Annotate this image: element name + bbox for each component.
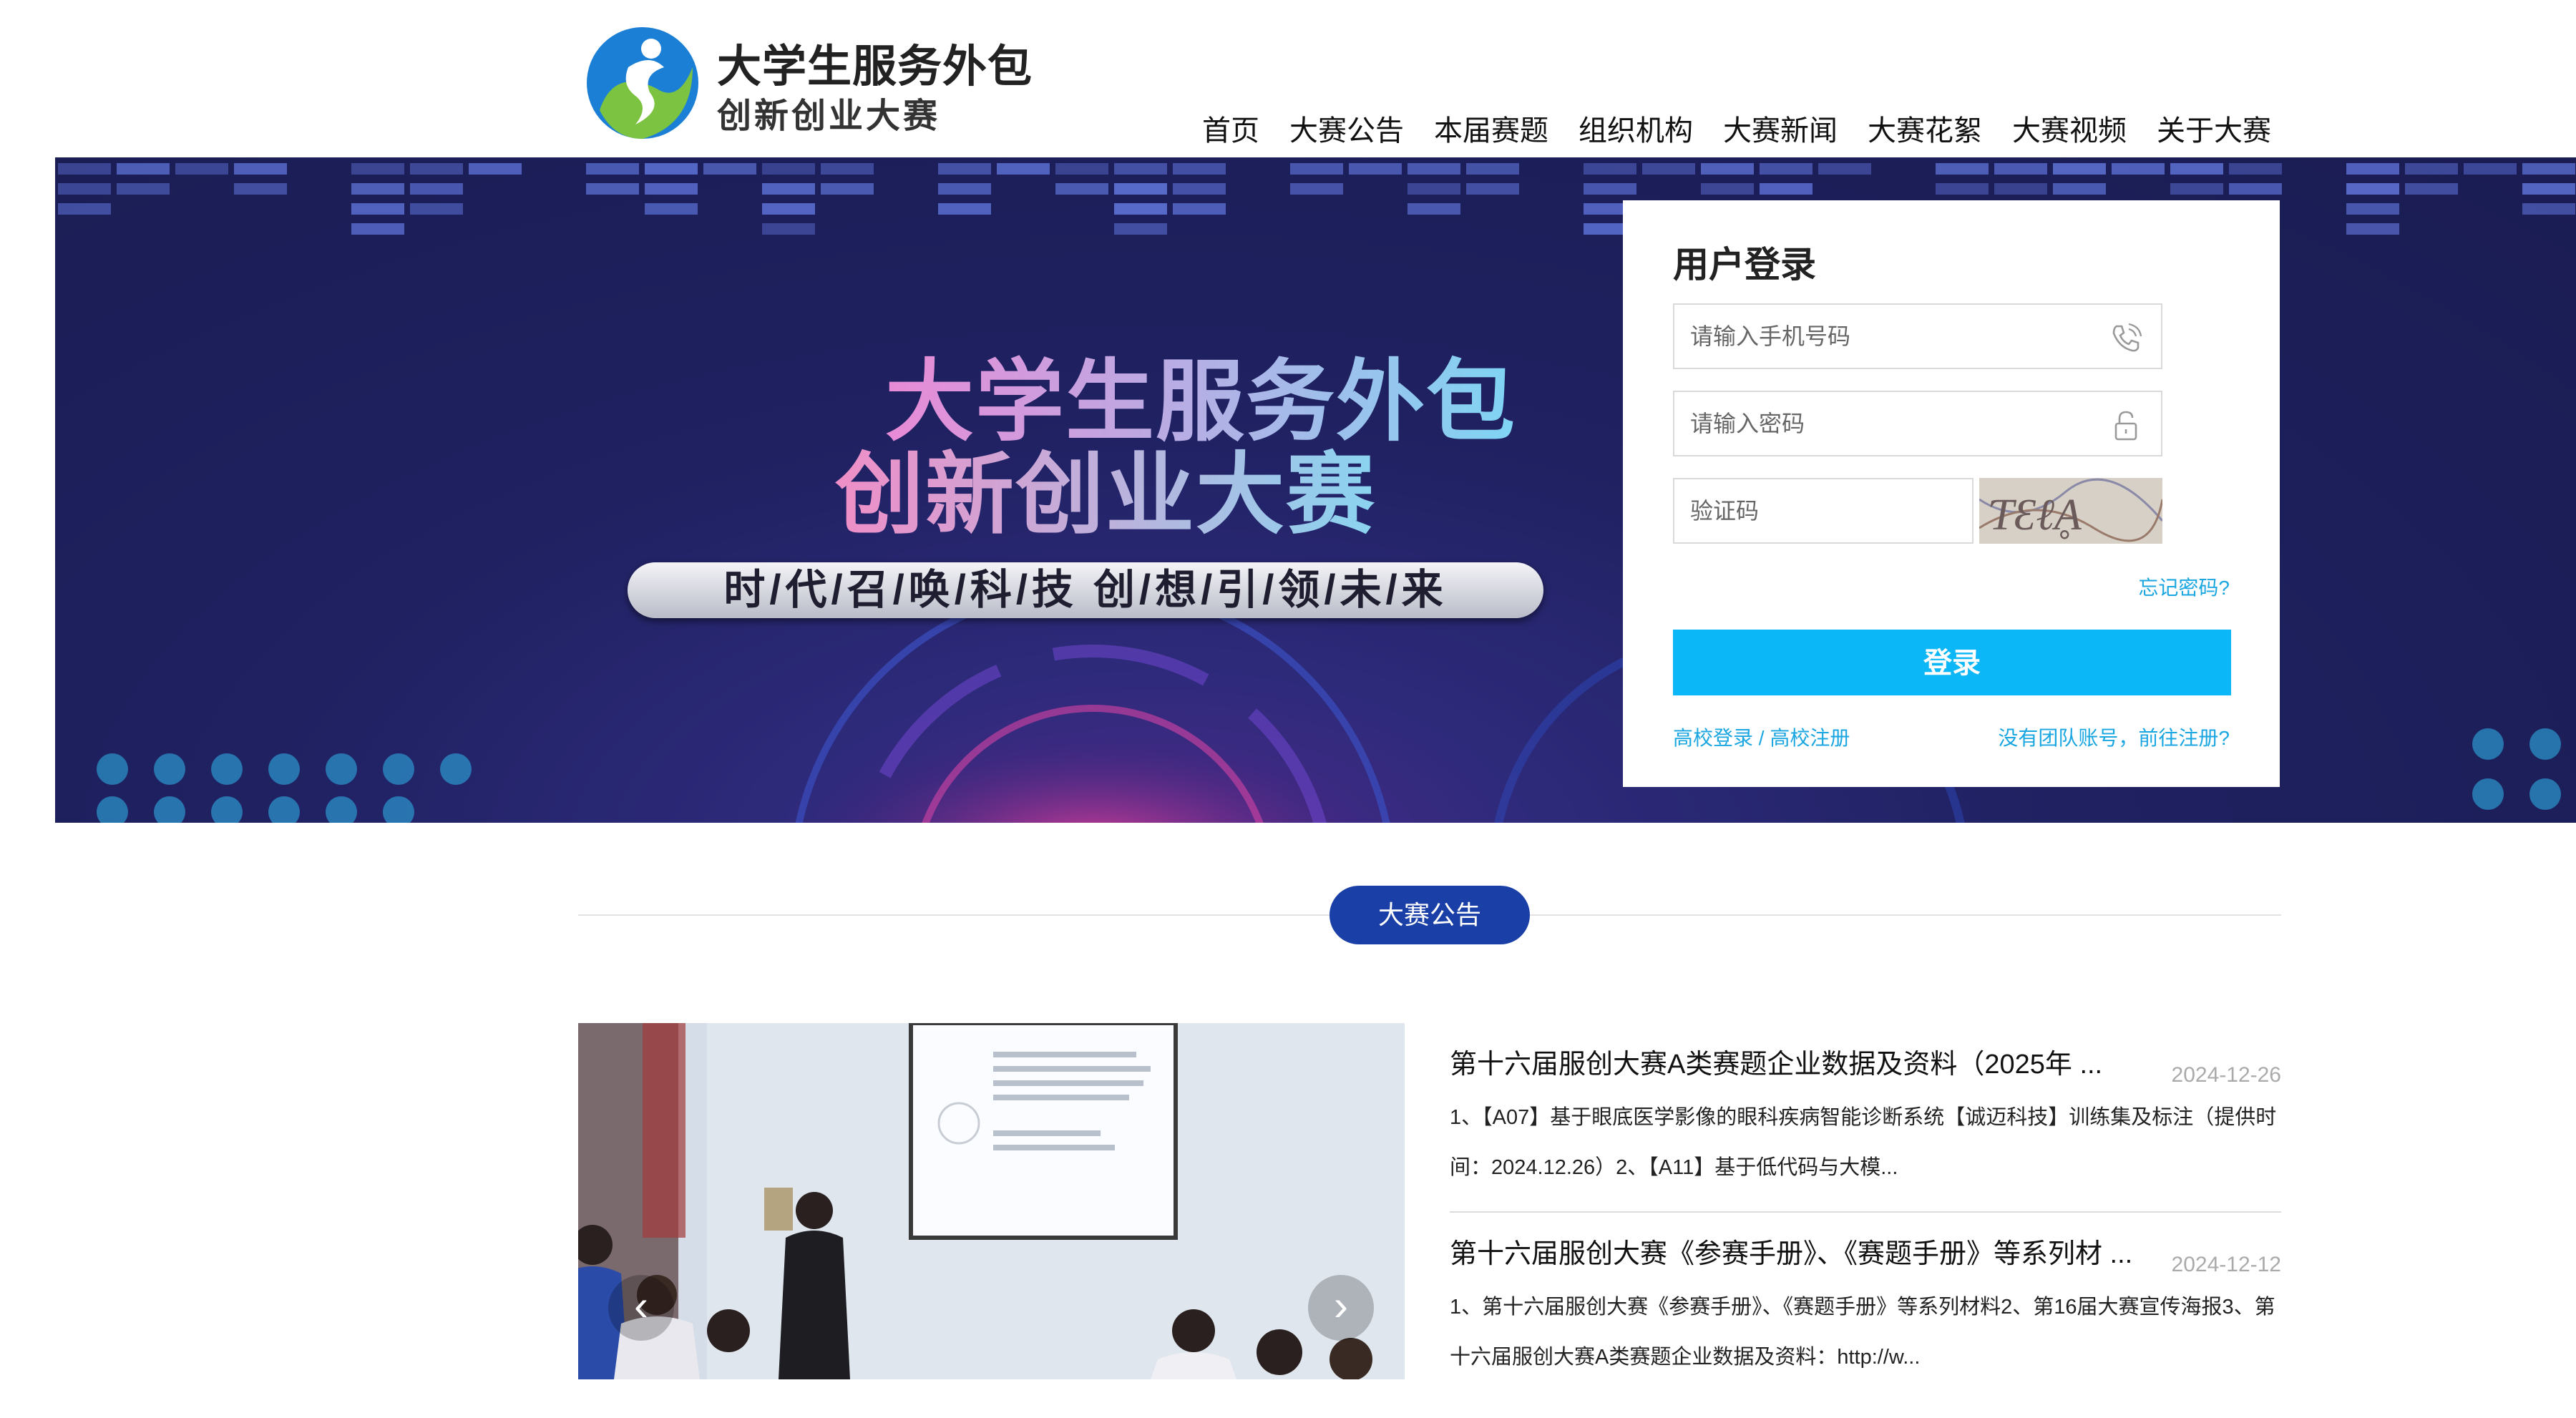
section-heading-announcements[interactable]: 大赛公告 (1330, 886, 1530, 944)
list-item: 第十六届服创大赛《参赛手册》、《赛题手册》等系列材 ... 2024-12-12… (1450, 1231, 2281, 1401)
password-input[interactable] (1674, 392, 2075, 455)
runner-logo-icon (585, 24, 700, 142)
banner-title-line2: 创新创业大赛 (835, 422, 1376, 551)
phone-field (1673, 303, 2162, 369)
announcement-list: 第十六届服创大赛A类赛题企业数据及资料（2025年 ... 2024-12-26… (1450, 1023, 2281, 1418)
nav-item-videos[interactable]: 大赛视频 (2012, 107, 2127, 150)
forgot-password-link[interactable]: 忘记密码? (2138, 572, 2230, 601)
login-panel: 用户登录 ƬƐℓḀ 忘记密码? 登录 高校登录 / 高校注册 没有团队账号，前往… (1623, 200, 2280, 787)
lock-icon (2109, 409, 2142, 442)
announcement-summary: 1、【A07】基于眼底医学影像的眼科疾病智能诊断系统【诚迈科技】训练集及标注（提… (1450, 1092, 2281, 1193)
banner-slogan: 时/代/召/唤/科/技 创/想/引/领/未/来 (628, 562, 1543, 618)
login-button[interactable]: 登录 (1673, 630, 2231, 695)
carousel-prev-button[interactable]: ‹ (608, 1275, 674, 1341)
captcha-field (1673, 478, 1974, 544)
logo-subtitle: 创新创业大赛 (717, 87, 940, 137)
announcement-summary: 1、第十六届服创大赛《参赛手册》、《赛题手册》等系列材料2、第16届大赛宣传海报… (1450, 1282, 2281, 1382)
site-logo[interactable]: 大学生服务外包 创新创业大赛 (585, 24, 1029, 146)
team-register-link[interactable]: 没有团队账号，前往注册? (1998, 723, 2230, 751)
password-field (1673, 391, 2162, 456)
main-nav: 首页 大赛公告 本届赛题 组织机构 大赛新闻 大赛花絮 大赛视频 关于大赛 (1202, 107, 2271, 150)
nav-item-topics[interactable]: 本届赛题 (1434, 107, 1548, 150)
announcement-date: 2024-12-26 (2172, 1063, 2281, 1087)
nav-item-highlights[interactable]: 大赛花絮 (1868, 107, 1982, 150)
nav-item-announcements[interactable]: 大赛公告 (1289, 107, 1404, 150)
captcha-image[interactable]: ƬƐℓḀ (1979, 478, 2162, 544)
announcement-title[interactable]: 第十六届服创大赛A类赛题企业数据及资料（2025年 ... (1450, 1042, 2137, 1081)
carousel-next-button[interactable]: › (1308, 1275, 1374, 1341)
announcement-title[interactable]: 第十六届服创大赛《参赛手册》、《赛题手册》等系列材 ... (1450, 1231, 2137, 1271)
list-item: 第十六届服创大赛A类赛题企业数据及资料（2025年 ... 2024-12-26… (1450, 1042, 2281, 1213)
nav-item-organization[interactable]: 组织机构 (1579, 107, 1693, 150)
phone-icon (2109, 322, 2142, 355)
announcement-date: 2024-12-12 (2172, 1253, 2281, 1277)
nav-item-home[interactable]: 首页 (1202, 107, 1259, 150)
school-login-link[interactable]: 高校登录 / 高校注册 (1673, 723, 1850, 751)
svg-text:ƬƐℓḀ: ƬƐℓḀ (1989, 491, 2082, 539)
announcement-photo-carousel: ‹ › (578, 1023, 1405, 1379)
captcha-noise-image: ƬƐℓḀ (1979, 478, 2162, 544)
nav-item-news[interactable]: 大赛新闻 (1723, 107, 1838, 150)
phone-input[interactable] (1674, 305, 2075, 368)
logo-title: 大学生服务外包 (717, 30, 1033, 94)
classroom-photo (578, 1023, 1405, 1379)
captcha-input[interactable] (1674, 479, 1961, 542)
nav-item-about[interactable]: 关于大赛 (2157, 107, 2271, 150)
login-title: 用户登录 (1673, 236, 1816, 288)
